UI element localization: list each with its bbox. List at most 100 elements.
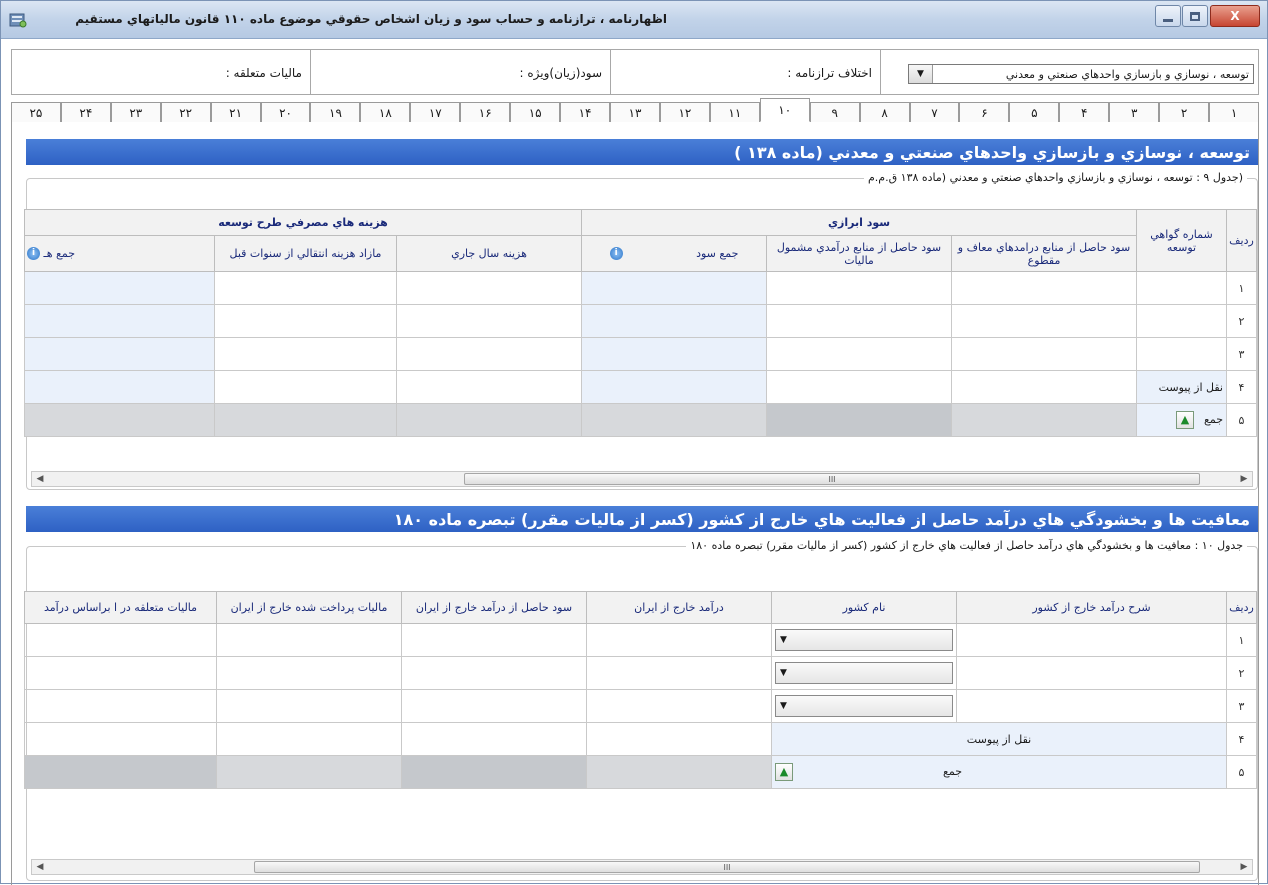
cost-carried-cell[interactable] xyxy=(214,370,397,404)
profit-taxable-cell[interactable] xyxy=(766,370,952,404)
foreign-income-cell[interactable] xyxy=(586,722,772,756)
foreign-income-cell[interactable] xyxy=(586,656,772,690)
tab-25[interactable]: ۲۵ xyxy=(10,102,61,122)
tab-11[interactable]: ۱۱ xyxy=(709,102,760,122)
row-number: ۴ xyxy=(1226,370,1257,404)
profit-exempt-cell[interactable] xyxy=(951,271,1137,305)
tab-7[interactable]: ۷ xyxy=(909,102,960,122)
profit-taxable-cell[interactable] xyxy=(766,304,952,338)
info-icon[interactable]: i xyxy=(27,247,40,261)
profit-exempt-cell[interactable] xyxy=(951,370,1137,404)
cost-carried-cell[interactable] xyxy=(214,304,397,338)
cost-carried-cell[interactable] xyxy=(214,337,397,371)
scroll-right-icon[interactable]: ▶ xyxy=(1237,473,1251,485)
tax-due-cell[interactable] xyxy=(24,623,217,657)
foreign-income-cell[interactable] xyxy=(586,689,772,723)
section2-group: جدول ۱۰ : معافيت ها و بخشودگي هاي درآمد … xyxy=(24,539,1258,881)
profit-label: سود(زيان)ويژه : xyxy=(519,66,602,80)
cert-no-cell[interactable] xyxy=(1136,271,1227,305)
cost-carried-cell xyxy=(214,403,397,437)
tab-13[interactable]: ۱۳ xyxy=(610,102,660,122)
section2-scroll-thumb[interactable]: III xyxy=(254,861,1200,873)
cert-no-cell[interactable] xyxy=(1136,304,1227,338)
col-tax-paid: ماليات پرداخت شده خارج از ايران xyxy=(216,591,402,624)
col-desc: شرح درآمد خارج از كشور xyxy=(956,591,1227,624)
tab-23[interactable]: ۲۳ xyxy=(110,102,161,122)
tab-4[interactable]: ۴ xyxy=(1059,102,1110,122)
profit-foreign-cell[interactable] xyxy=(401,689,587,723)
scroll-left-icon[interactable]: ◀ xyxy=(33,473,47,485)
activity-select[interactable]: توسعه ، نوسازي و بازسازي واحدهاي صنعتي و… xyxy=(908,64,1254,84)
tab-14[interactable]: ۱۴ xyxy=(560,102,611,122)
tab-17[interactable]: ۱۷ xyxy=(410,102,461,122)
scroll-right-icon[interactable]: ▶ xyxy=(1237,861,1251,873)
desc-cell[interactable] xyxy=(956,623,1227,657)
profit-exempt-cell[interactable] xyxy=(951,337,1137,371)
country-select[interactable]: ▼ xyxy=(775,629,953,651)
tax-paid-cell[interactable] xyxy=(216,656,402,690)
move-up-icon[interactable]: ▲ xyxy=(1175,411,1194,429)
foreign-income-cell[interactable] xyxy=(586,623,772,657)
profit-foreign-cell[interactable] xyxy=(401,656,587,690)
minimize-button[interactable] xyxy=(1155,5,1181,27)
tab-8[interactable]: ۸ xyxy=(859,102,910,122)
section1-scroll-thumb[interactable]: III xyxy=(464,473,1200,485)
tab-18[interactable]: ۱۸ xyxy=(360,102,411,122)
profit-foreign-cell[interactable] xyxy=(401,722,587,756)
desc-cell[interactable] xyxy=(956,656,1227,690)
tab-10[interactable]: ۱۰ xyxy=(759,98,810,122)
tab-20[interactable]: ۲۰ xyxy=(260,102,311,122)
chevron-down-icon[interactable]: ▼ xyxy=(909,65,933,83)
country-select[interactable]: ▼ xyxy=(775,662,953,684)
desc-cell[interactable] xyxy=(956,689,1227,723)
cost-current-cell[interactable] xyxy=(396,271,582,305)
profit-foreign-cell[interactable] xyxy=(401,623,587,657)
profit-cell: سود(زيان)ويژه : xyxy=(310,50,610,94)
tab-15[interactable]: ۱۵ xyxy=(510,102,561,122)
row-number: ۵ xyxy=(1226,403,1257,437)
tax-paid-cell[interactable] xyxy=(216,689,402,723)
tax-paid-cell[interactable] xyxy=(216,623,402,657)
move-up-icon[interactable]: ▲ xyxy=(775,763,793,781)
tab-22[interactable]: ۲۲ xyxy=(160,102,211,122)
tab-19[interactable]: ۱۹ xyxy=(310,102,361,122)
section1-hscrollbar[interactable]: ◀ III ▶ xyxy=(31,471,1253,487)
tax-due-cell[interactable] xyxy=(24,722,217,756)
tax-due-cell[interactable] xyxy=(24,689,217,723)
cost-current-cell[interactable] xyxy=(396,304,582,338)
cost-carried-cell[interactable] xyxy=(214,271,397,305)
maximize-button[interactable] xyxy=(1182,5,1208,27)
tax-label: ماليات متعلقه : xyxy=(225,66,302,80)
row-number: ۱ xyxy=(1226,271,1257,305)
cost-total-cell xyxy=(24,403,215,437)
row-number: ۵ xyxy=(1226,755,1257,789)
profit-taxable-cell[interactable] xyxy=(766,337,952,371)
table-row: ۴ نقل از پيوست xyxy=(24,722,1257,756)
tab-2[interactable]: ۲ xyxy=(1159,102,1210,122)
profit-exempt-cell[interactable] xyxy=(951,304,1137,338)
section1-legend: (جدول ۹ : توسعه ، نوسازي و بازسازي واحده… xyxy=(864,171,1247,184)
tab-21[interactable]: ۲۱ xyxy=(210,102,261,122)
profit-taxable-cell[interactable] xyxy=(766,271,952,305)
info-icon[interactable]: i xyxy=(609,247,623,261)
cost-current-cell[interactable] xyxy=(396,370,582,404)
tab-24[interactable]: ۲۴ xyxy=(60,102,111,122)
cost-current-cell[interactable] xyxy=(396,337,582,371)
close-button[interactable]: X xyxy=(1210,5,1260,27)
tax-paid-cell[interactable] xyxy=(216,722,402,756)
scroll-left-icon[interactable]: ◀ xyxy=(33,861,47,873)
cert-no-cell[interactable] xyxy=(1136,337,1227,371)
title-bar[interactable]: اظهارنامه ، ترازنامه و حساب سود و زيان ا… xyxy=(1,1,1267,39)
tab-16[interactable]: ۱۶ xyxy=(460,102,511,122)
tab-9[interactable]: ۹ xyxy=(809,102,860,122)
tab-6[interactable]: ۶ xyxy=(959,102,1010,122)
section2-hscrollbar[interactable]: ◀ III ▶ xyxy=(31,859,1253,875)
activity-cell: توسعه ، نوسازي و بازسازي واحدهاي صنعتي و… xyxy=(880,50,1258,94)
tab-3[interactable]: ۳ xyxy=(1109,102,1160,122)
tab-1[interactable]: ۱ xyxy=(1209,102,1259,122)
col-foreign-income: درآمد خارج از ايران xyxy=(586,591,772,624)
tab-12[interactable]: ۱۲ xyxy=(659,102,710,122)
tab-5[interactable]: ۵ xyxy=(1009,102,1060,122)
country-select[interactable]: ▼ xyxy=(775,695,953,717)
tax-due-cell[interactable] xyxy=(24,656,217,690)
